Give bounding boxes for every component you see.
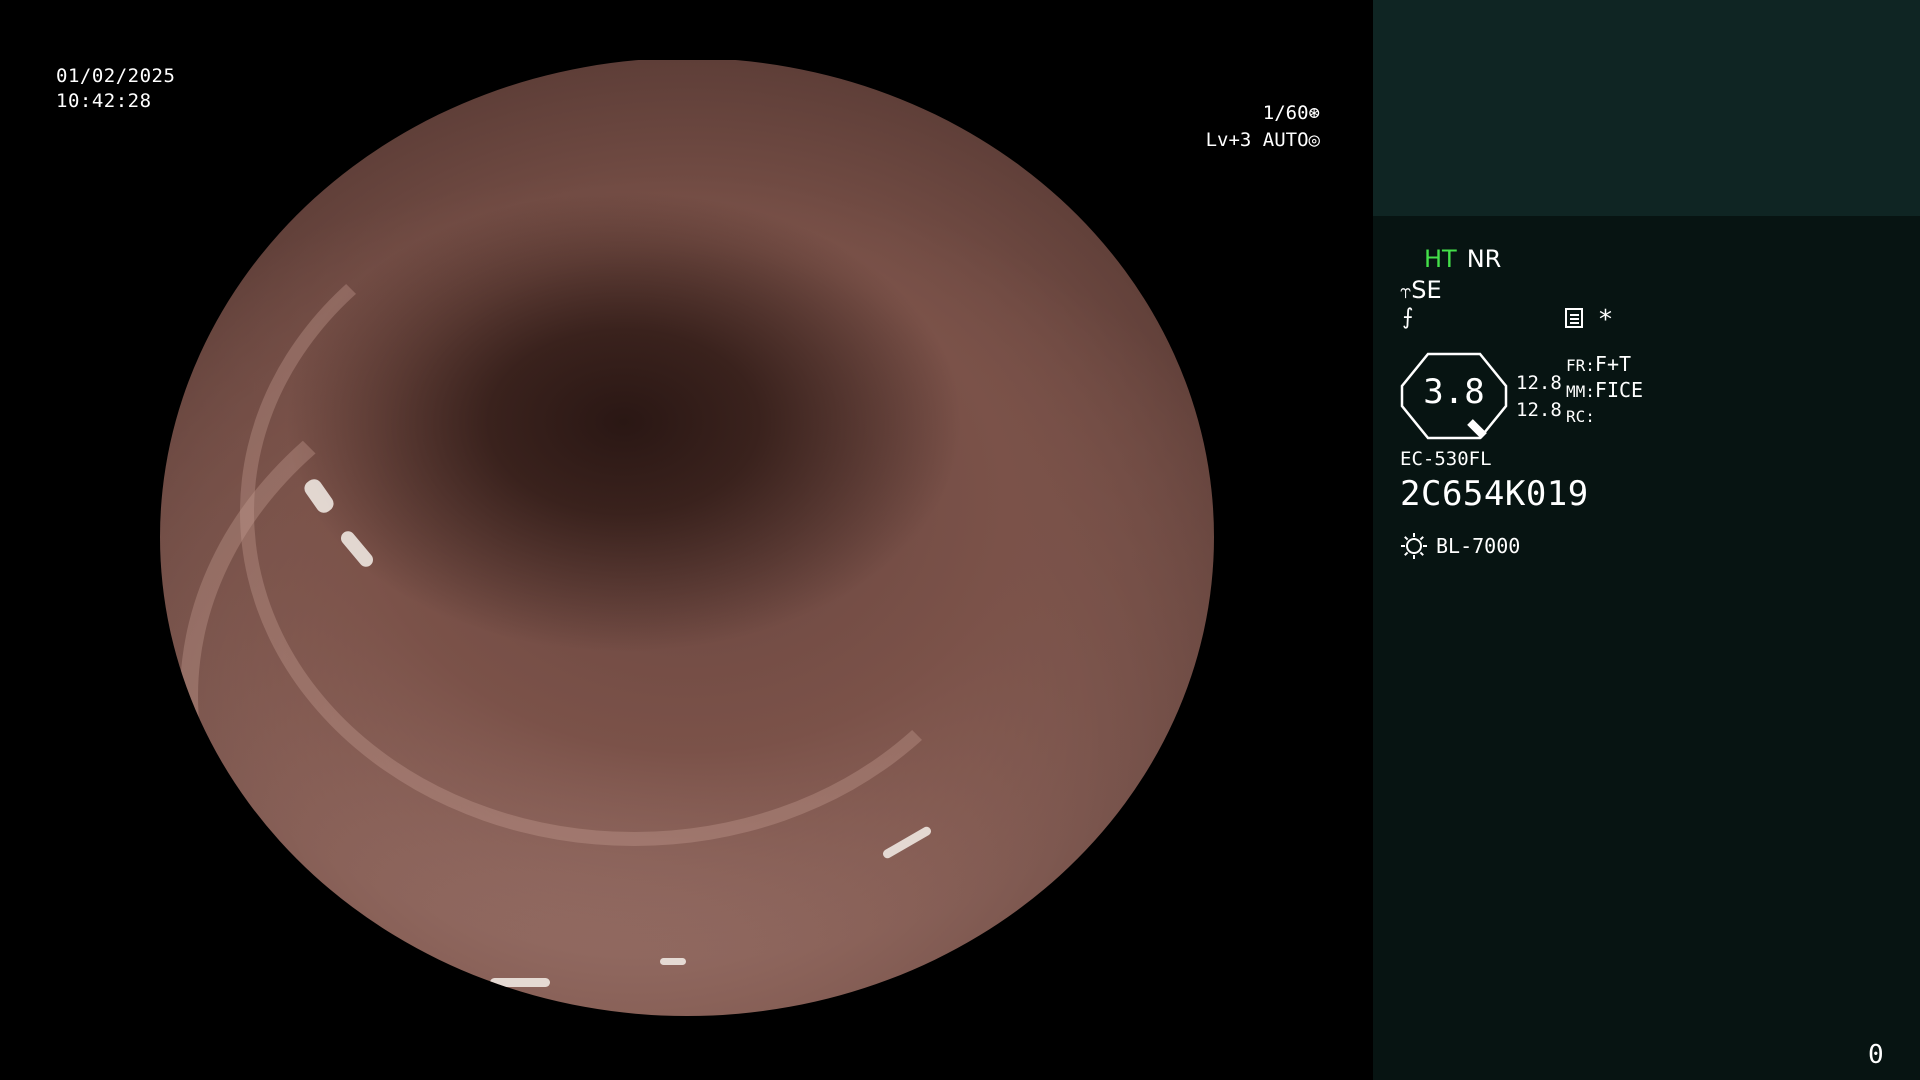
enhancement-icon: ⥾ [1400,279,1412,303]
page-number: 0 [1868,1040,1884,1070]
iris-mode-text: Lv+3 AUTO [1205,129,1309,151]
image-mask-bottom [160,1016,1214,1080]
fr-value: F+T [1594,352,1632,376]
structure-enhancement: ⥾SE [1400,276,1442,304]
star-indicator: * [1599,305,1612,335]
light-bulb-icon [1401,533,1427,559]
nr-indicator: NR [1466,245,1502,273]
shutter-speed-text: 1/60 [1262,102,1309,124]
rc-label: RC: [1566,407,1595,426]
mm-row: MM:FICE [1566,378,1643,404]
enhancement-status: HT NR [1424,245,1501,273]
date-time: 01/02/2025 10:42:28 [56,64,175,114]
value-1: 12.8 [1516,372,1562,394]
info-panel-header [1373,0,1920,216]
mode-labels: FR:F+T MM:FICE RC: [1566,352,1643,429]
value-2: 12.8 [1516,399,1562,421]
scope-model: EC-530FL [1400,448,1492,470]
iris-mode: Lv+3 AUTO◎ [1150,127,1320,154]
function-symbol: ⨍ [1402,305,1414,330]
light-source: BL-7000 [1400,532,1520,560]
scope-serial: 2C654K019 [1400,474,1589,514]
shutter-speed: 1/60⊛ [1150,100,1320,127]
rc-row: RC: [1566,404,1643,429]
zoom-value: 3.8 [1423,372,1485,412]
exposure-info: 1/60⊛ Lv+3 AUTO◎ [1150,100,1320,154]
record-icon [1565,308,1583,328]
light-source-text: BL-7000 [1436,534,1521,558]
endoscope-image [160,58,1214,1016]
iris-icon: ◎ [1308,129,1320,151]
date-text: 01/02/2025 [56,65,176,87]
image-mask-top [160,0,1214,60]
time-text: 10:42:28 [56,90,152,112]
se-label: SE [1411,276,1442,304]
mm-value: FICE [1594,378,1644,402]
shutter-icon: ⊛ [1308,102,1320,124]
mm-label: MM: [1566,382,1595,401]
fr-label: FR: [1566,356,1595,375]
numeric-values: 12.8 12.8 [1516,370,1562,424]
ht-indicator: HT [1424,245,1457,273]
fr-row: FR:F+T [1566,352,1643,378]
